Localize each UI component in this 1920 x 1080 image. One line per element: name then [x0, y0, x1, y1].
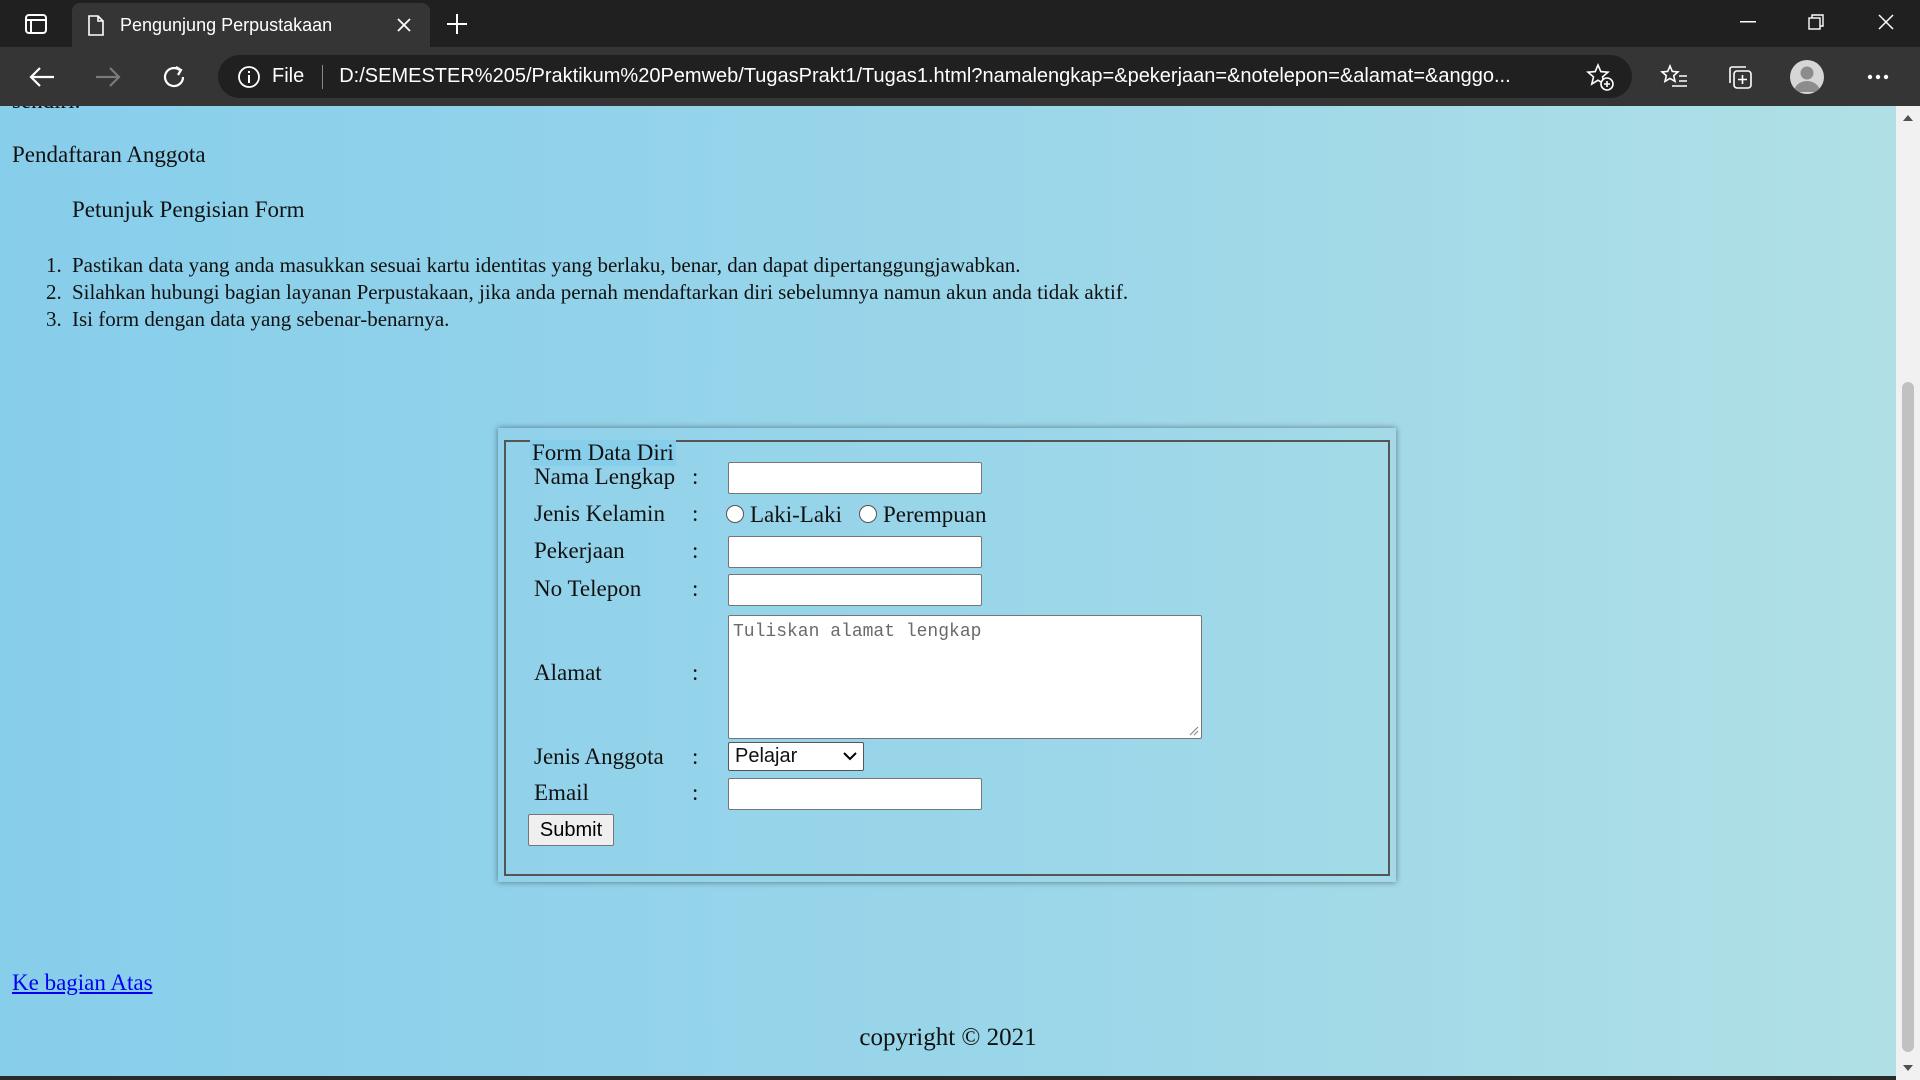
- list-item: 1. Pastikan data yang anda masukkan sesua…: [46, 252, 1128, 279]
- list-item-text: Silahkan hubungi bagian layanan Perpusta…: [72, 280, 1129, 304]
- alamat-placeholder: Tuliskan alamat lengkap: [733, 622, 982, 642]
- list-number: 3.: [46, 307, 62, 331]
- scroll-down-icon[interactable]: [1896, 1056, 1920, 1080]
- resize-grip-icon[interactable]: [1187, 724, 1199, 736]
- colon: :: [692, 576, 699, 601]
- nama-label: Nama Lengkap: [534, 464, 676, 489]
- colon: :: [692, 744, 699, 769]
- address-bar[interactable]: File D:/SEMESTER%205/Praktikum%20Pemweb/…: [218, 55, 1632, 98]
- avatar[interactable]: [1790, 60, 1824, 94]
- list-item: 3. Isi form dengan data yang sebenar-bena…: [46, 306, 1128, 333]
- list-number: 2.: [46, 280, 62, 304]
- guide-list: 1. Pastikan data yang anda masukkan sesua…: [46, 252, 1129, 333]
- address-url[interactable]: D:/SEMESTER%205/Praktikum%20Pemweb/Tugas…: [339, 65, 1568, 88]
- radio-label-perempuan[interactable]: Perempuan: [883, 502, 986, 528]
- plus-icon[interactable]: [440, 8, 474, 40]
- browser-toolbar: File D:/SEMESTER%205/Praktikum%20Pemweb/…: [0, 47, 1920, 106]
- list-number: 1.: [46, 253, 62, 277]
- list-item: 2. Silahkan hubungi bagian layanan Perpus…: [46, 279, 1129, 306]
- no-telepon-input[interactable]: [728, 574, 982, 606]
- address-separator: [322, 64, 324, 89]
- email-label: Email: [534, 780, 589, 805]
- pekerjaan-input[interactable]: [728, 536, 982, 568]
- window-bottom-border: [0, 1076, 1896, 1080]
- close-icon[interactable]: [392, 13, 416, 37]
- tab-title: Pengunjung Perpustakaan: [120, 14, 333, 35]
- radio-label-laki-laki[interactable]: Laki-Laki: [750, 502, 842, 528]
- restore-icon[interactable]: [1786, 4, 1846, 40]
- tab-actions-icon[interactable]: [18, 10, 54, 38]
- colon: :: [692, 501, 699, 526]
- guide-heading: Petunjuk Pengisian Form: [72, 197, 305, 222]
- list-item-text: Isi form dengan data yang sebenar-benarn…: [72, 307, 450, 331]
- back-arrow-icon[interactable]: [22, 57, 62, 97]
- list-item-text: Pastikan data yang anda masukkan sesuai …: [72, 253, 1021, 277]
- form-fieldset: Form Data Diri Nama Lengkap : Jenis Kela…: [504, 440, 1390, 876]
- form-legend: Form Data Diri: [530, 440, 676, 466]
- registration-heading: Pendaftaran Anggota: [12, 142, 206, 167]
- submit-button[interactable]: Submit: [528, 814, 614, 846]
- browser-tab[interactable]: Pengunjung Perpustakaan: [72, 3, 430, 47]
- back-to-top-link[interactable]: Ke bagian Atas: [12, 970, 153, 996]
- alamat-label: Alamat: [534, 660, 602, 685]
- jenis-anggota-select[interactable]: Pelajar: [728, 742, 864, 771]
- document-icon: [86, 13, 106, 37]
- select-value: Pelajar: [735, 745, 798, 767]
- browser-tab-strip: Pengunjung Perpustakaan: [0, 0, 1920, 47]
- more-icon[interactable]: [1858, 57, 1898, 97]
- vertical-scrollbar[interactable]: [1896, 106, 1920, 1080]
- copyright-text: copyright © 2021: [859, 1024, 1037, 1051]
- window-close-icon[interactable]: [1856, 4, 1916, 40]
- scroll-up-icon[interactable]: [1896, 106, 1920, 130]
- colon: :: [692, 780, 699, 805]
- page-viewport: sendiri. Pendaftaran Anggota Petunjuk Pe…: [0, 106, 1896, 1080]
- email-input[interactable]: [728, 778, 982, 810]
- radio-laki-laki[interactable]: [726, 505, 744, 523]
- minimize-icon[interactable]: [1718, 4, 1778, 40]
- alamat-textarea[interactable]: Tuliskan alamat lengkap: [728, 615, 1202, 739]
- radio-perempuan[interactable]: [859, 505, 877, 523]
- colon: :: [692, 464, 699, 489]
- scrollbar-thumb[interactable]: [1902, 382, 1914, 1052]
- form-panel: Form Data Diri Nama Lengkap : Jenis Kela…: [498, 428, 1396, 882]
- clipped-text: sendiri.: [12, 106, 80, 114]
- telepon-label: No Telepon: [534, 576, 642, 601]
- forward-arrow-icon[interactable]: [88, 57, 128, 97]
- colon: :: [692, 538, 699, 563]
- address-scheme: File: [272, 65, 305, 87]
- gender-label: Jenis Kelamin: [534, 501, 665, 526]
- refresh-icon[interactable]: [154, 57, 194, 97]
- chevron-down-icon: [843, 752, 857, 761]
- pekerjaan-label: Pekerjaan: [534, 538, 625, 563]
- nama-lengkap-input[interactable]: [728, 462, 982, 494]
- colon: :: [692, 660, 699, 685]
- collections-icon[interactable]: [1720, 57, 1760, 97]
- favorites-icon[interactable]: [1654, 57, 1694, 97]
- anggota-label: Jenis Anggota: [534, 744, 664, 769]
- info-icon[interactable]: [236, 64, 262, 90]
- star-plus-icon[interactable]: [1582, 59, 1618, 95]
